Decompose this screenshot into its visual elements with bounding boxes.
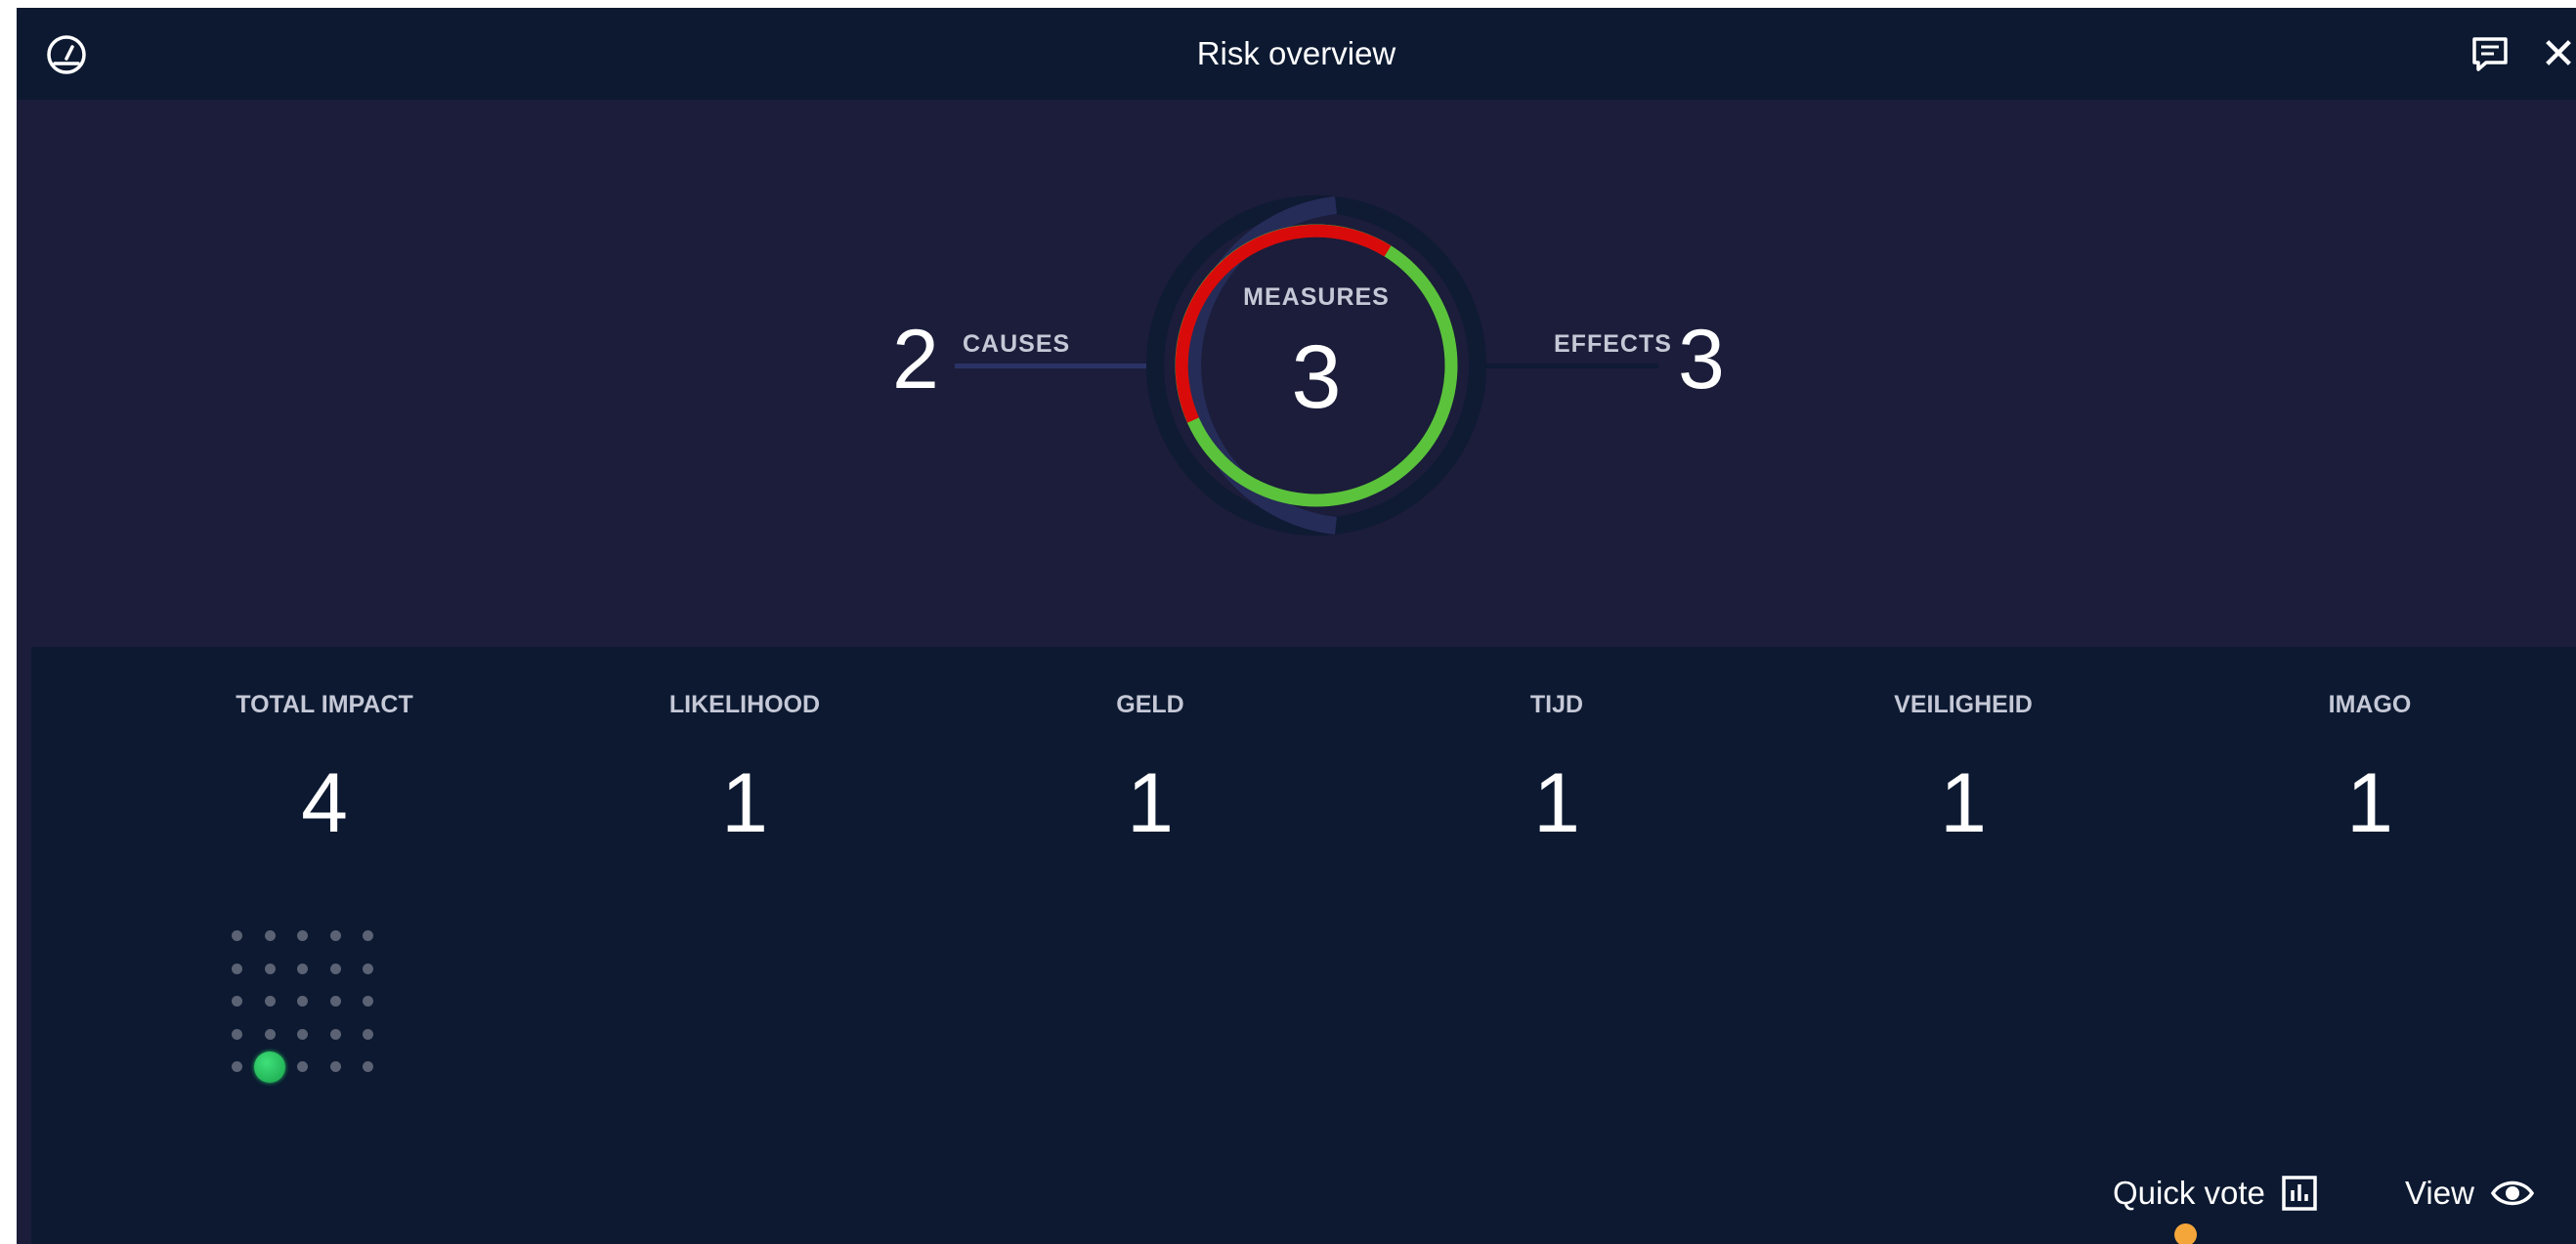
eye-icon — [2490, 1180, 2535, 1206]
effects-count: 3 — [1678, 313, 1725, 407]
risk-matrix-cell[interactable] — [329, 996, 341, 1007]
risk-matrix-cell[interactable] — [363, 963, 373, 974]
risk-matrix-cell[interactable] — [232, 1028, 242, 1040]
metric-label: VEILIGHEID — [1894, 691, 2033, 718]
risk-matrix-cell[interactable] — [297, 963, 308, 974]
causes-count: 2 — [892, 313, 939, 407]
comment-icon[interactable] — [2468, 32, 2512, 77]
metric-value: 1 — [1533, 756, 1580, 850]
metric-value: 4 — [301, 756, 348, 850]
risk-matrix-cell[interactable] — [329, 963, 341, 974]
header-bar: Risk overview ✕ — [17, 8, 2576, 100]
risk-matrix-cell[interactable] — [232, 1061, 242, 1072]
view-button[interactable]: View — [2405, 1175, 2535, 1212]
risk-matrix-cell[interactable] — [297, 1061, 308, 1072]
causes-connector — [955, 364, 1150, 368]
metric-value: 1 — [721, 756, 768, 850]
risk-matrix-cell[interactable] — [363, 1061, 373, 1072]
quick-vote-button[interactable]: Quick vote — [2113, 1175, 2318, 1212]
metric-label: GELD — [1116, 691, 1184, 718]
metric-value: 1 — [2346, 756, 2393, 850]
risk-matrix-active-cell[interactable] — [254, 1051, 285, 1083]
risk-matrix-cell[interactable] — [363, 930, 373, 941]
quick-vote-label: Quick vote — [2113, 1175, 2265, 1211]
risk-matrix-cell[interactable] — [232, 996, 242, 1007]
measures-count: 3 — [1291, 327, 1342, 427]
risk-matrix-cell[interactable] — [232, 963, 242, 974]
close-icon: ✕ — [2540, 30, 2576, 78]
effects-label[interactable]: EFFECTS — [1554, 330, 1672, 359]
risk-matrix-cell[interactable] — [329, 1061, 341, 1072]
measures-ring[interactable]: MEASURES 3 — [1140, 190, 1492, 541]
risk-matrix-cell[interactable] — [264, 1028, 276, 1040]
view-label: View — [2405, 1175, 2474, 1211]
metric-label: TOTAL IMPACT — [236, 691, 413, 718]
risk-matrix-cell[interactable] — [264, 963, 276, 974]
measures-label: MEASURES — [1243, 283, 1390, 311]
risk-overview-panel: Risk overview ✕ 2 CAUSES EFFECTS 3 MEASU… — [17, 8, 2576, 1244]
metric-value: 1 — [1940, 756, 1987, 850]
bar-chart-icon — [2282, 1176, 2317, 1211]
risk-matrix-cell[interactable] — [297, 1028, 308, 1040]
effects-connector — [1482, 364, 1658, 368]
risk-matrix-cell[interactable] — [329, 930, 341, 941]
page-title: Risk overview — [1196, 35, 1396, 71]
metric-label: TIJD — [1529, 691, 1584, 718]
risk-matrix-cell[interactable] — [297, 930, 308, 941]
risk-matrix-cell[interactable] — [264, 930, 276, 941]
causes-label[interactable]: CAUSES — [963, 330, 1070, 359]
risk-matrix-cell[interactable] — [232, 930, 242, 941]
quick-vote-notification-dot — [2174, 1223, 2197, 1244]
close-button[interactable]: ✕ — [2536, 32, 2576, 77]
metric-label: LIKELIHOOD — [668, 691, 821, 718]
risk-matrix-cell[interactable] — [329, 1028, 341, 1040]
risk-overview-summary: 2 CAUSES EFFECTS 3 MEASURES 3 — [17, 100, 2576, 647]
risk-matrix-cell[interactable] — [363, 1028, 373, 1040]
metric-value: 1 — [1127, 756, 1174, 850]
risk-matrix-cell[interactable] — [297, 996, 308, 1007]
risk-matrix-cell[interactable] — [363, 996, 373, 1007]
risk-matrix[interactable] — [232, 930, 408, 1106]
metric-label: IMAGO — [2328, 691, 2412, 718]
impact-metrics: TOTAL IMPACT 4 LIKELIHOOD 1 GELD 1 TIJD … — [31, 647, 2576, 1244]
risk-matrix-cell[interactable] — [264, 996, 276, 1007]
